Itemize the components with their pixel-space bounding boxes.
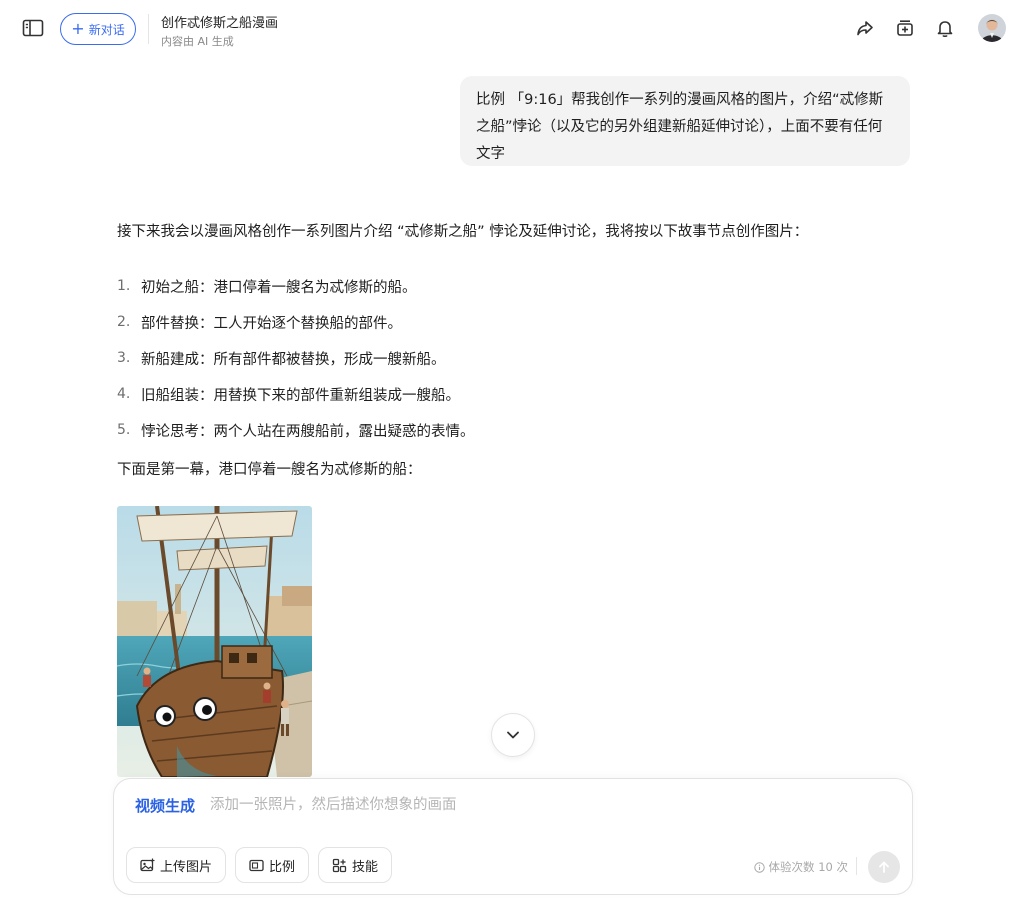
- ratio-button[interactable]: 比例: [235, 847, 310, 883]
- info-icon: [753, 861, 765, 873]
- new-chat-label: 新对话: [88, 22, 125, 37]
- conversation-subtitle: 内容由 AI 生成: [161, 35, 234, 48]
- list-item: 1. 初始之船：港口停着一艘名为忒修斯的船。: [117, 268, 907, 304]
- step-number: 5.: [117, 422, 131, 438]
- share-icon[interactable]: [854, 17, 876, 39]
- list-item: 2. 部件替换：工人开始逐个替换船的部件。: [117, 304, 907, 340]
- skills-button[interactable]: 技能: [318, 847, 393, 883]
- header-actions: [854, 14, 1006, 42]
- answer-intro: 接下来我会以漫画风格创作一系列图片介绍 “忒修斯之船” 悖论及延伸讨论，我将按以…: [117, 224, 809, 240]
- upload-image-button[interactable]: 上传图片: [126, 847, 227, 883]
- usage-quota: 体验次数 10 次: [753, 859, 848, 875]
- step-number: 3.: [117, 350, 131, 366]
- send-button[interactable]: [868, 851, 900, 883]
- avatar[interactable]: [978, 14, 1006, 42]
- chevron-down-icon: [507, 731, 519, 739]
- top-bar: + 新对话 创作忒修斯之船漫画 内容由 AI 生成: [0, 0, 1026, 58]
- story-steps-list: 1. 初始之船：港口停着一艘名为忒修斯的船。 2. 部件替换：工人开始逐个替换船…: [117, 268, 907, 448]
- aspect-ratio-icon: [249, 859, 264, 871]
- step-number: 4.: [117, 386, 131, 402]
- plus-icon: +: [71, 19, 85, 38]
- list-item: 4. 旧船组装：用替换下来的部件重新组装成一艘船。: [117, 376, 907, 412]
- composer: 视频生成 上传图片 比例: [113, 778, 913, 895]
- bell-icon[interactable]: [934, 17, 956, 39]
- act-one-caption: 下面是第一幕，港口停着一艘名为忒修斯的船：: [117, 462, 422, 478]
- generated-comic-image[interactable]: [117, 506, 312, 777]
- step-number: 1.: [117, 278, 131, 294]
- ratio-label: 比例: [269, 859, 296, 875]
- composer-tools: 上传图片 比例 技能: [126, 847, 393, 883]
- user-message-text: 比例 「9:16」帮我创作一系列的漫画风格的图片，介绍“忒修斯之船”悖论（以及它…: [476, 92, 884, 162]
- sidebar-toggle-icon[interactable]: [22, 19, 46, 39]
- step-text: 新船建成：所有部件都被替换，形成一艘新船。: [141, 351, 446, 368]
- upload-image-label: 上传图片: [160, 859, 213, 875]
- mode-label[interactable]: 视频生成: [135, 795, 195, 816]
- step-text: 旧船组装：用替换下来的部件重新组装成一艘船。: [141, 387, 460, 404]
- arrow-up-icon: [879, 861, 889, 873]
- scroll-down-button[interactable]: [491, 713, 535, 757]
- conversation-title: 创作忒修斯之船漫画: [161, 16, 279, 31]
- add-collection-icon[interactable]: [894, 17, 916, 39]
- image-upload-icon: [140, 858, 155, 871]
- step-number: 2.: [117, 314, 131, 330]
- assistant-answer: 接下来我会以漫画风格创作一系列图片介绍 “忒修斯之船” 悖论及延伸讨论，我将按以…: [117, 220, 907, 482]
- list-item: 3. 新船建成：所有部件都被替换，形成一艘新船。: [117, 340, 907, 376]
- user-message-bubble: 比例 「9:16」帮我创作一系列的漫画风格的图片，介绍“忒修斯之船”悖论（以及它…: [460, 76, 910, 166]
- header-divider: [148, 14, 149, 44]
- quota-divider: [856, 857, 857, 875]
- skills-label: 技能: [352, 859, 379, 875]
- skills-grid-icon: [332, 858, 347, 872]
- usage-quota-text: 体验次数 10 次: [768, 860, 848, 874]
- step-text: 悖论思考：两个人站在两艘船前，露出疑惑的表情。: [141, 423, 475, 440]
- step-text: 部件替换：工人开始逐个替换船的部件。: [141, 315, 402, 332]
- step-text: 初始之船：港口停着一艘名为忒修斯的船。: [141, 279, 417, 296]
- list-item: 5. 悖论思考：两个人站在两艘船前，露出疑惑的表情。: [117, 412, 907, 448]
- new-chat-button[interactable]: + 新对话: [60, 13, 136, 45]
- prompt-input[interactable]: [210, 794, 810, 816]
